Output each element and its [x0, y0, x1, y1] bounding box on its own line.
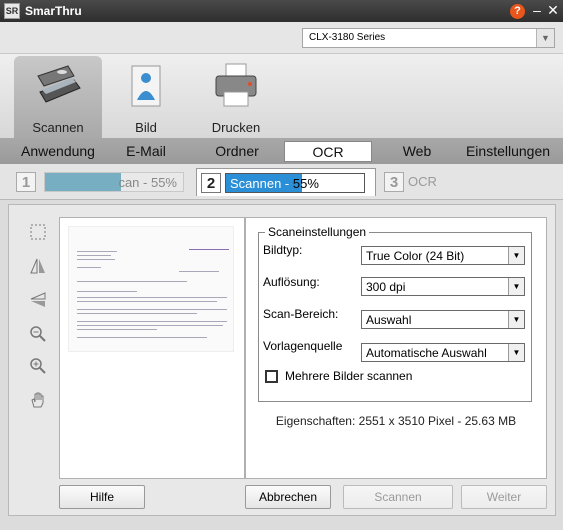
bildtyp-label: Bildtyp:	[263, 243, 303, 257]
app-logo-icon: SR	[4, 3, 20, 19]
chevron-down-icon[interactable]: ▼	[508, 247, 524, 264]
tab-anwendung[interactable]: Anwendung	[10, 141, 106, 162]
step-2-text: Scannen - 55%	[230, 176, 319, 191]
scan-settings-group: Scaneinstellungen Bildtyp: True Color (2…	[258, 225, 532, 402]
zoom-out-icon[interactable]	[29, 325, 47, 343]
step-3-label: OCR	[408, 174, 437, 189]
step-1-progress-bar: can - 55%	[44, 172, 184, 192]
mehrere-bilder-checkbox[interactable]	[265, 370, 278, 383]
function-tab-bar: Anwendung E-Mail Ordner OCR Web Einstell…	[0, 138, 563, 164]
main-content: Scaneinstellungen Bildtyp: True Color (2…	[8, 204, 556, 516]
chevron-down-icon[interactable]: ▼	[508, 311, 524, 328]
vorlagenquelle-label: Vorlagenquelle	[263, 339, 343, 353]
hilfe-button[interactable]: Hilfe	[59, 485, 145, 509]
chevron-down-icon[interactable]: ▼	[508, 278, 524, 295]
mode-scannen-label: Scannen	[32, 120, 84, 135]
flip-vertical-icon[interactable]	[29, 291, 47, 309]
scannen-button[interactable]: Scannen	[343, 485, 453, 509]
title-bar: SR SmarThru ? – ✕	[0, 0, 563, 22]
zoom-in-icon[interactable]	[29, 357, 47, 375]
vorlagenquelle-select[interactable]: Automatische Auswahl ▼	[361, 343, 525, 362]
mode-bild-label: Bild	[135, 120, 157, 135]
tab-email[interactable]: E-Mail	[118, 141, 174, 162]
window-title: SmarThru	[25, 4, 82, 18]
printer-icon	[215, 63, 257, 107]
flip-horizontal-icon[interactable]	[29, 257, 47, 275]
mode-drucken-label: Drucken	[211, 120, 261, 135]
step-3: 3 OCR	[382, 170, 462, 194]
tab-einstellungen[interactable]: Einstellungen	[462, 141, 554, 162]
device-bar: CLX-3180 Series ▼	[0, 22, 563, 54]
aufloesung-label: Auflösung:	[263, 275, 320, 289]
smarthru-window: SR SmarThru ? – ✕ CLX-3180 Series ▼ Scan…	[0, 0, 563, 530]
step-2-label: Scannen -	[230, 176, 290, 191]
scan-settings-title: Scaneinstellungen	[265, 225, 370, 239]
aufloesung-value: 300 dpi	[366, 280, 406, 294]
mode-scannen[interactable]: Scannen	[14, 56, 102, 138]
bildtyp-value: True Color (24 Bit)	[366, 249, 465, 263]
vorlagenquelle-value: Automatische Auswahl	[366, 346, 487, 360]
device-select[interactable]: CLX-3180 Series ▼	[302, 28, 555, 48]
chevron-down-icon[interactable]: ▼	[508, 344, 524, 361]
step-2-percent: 55%	[292, 176, 319, 191]
mode-bar: Scannen Bild Drucken	[0, 54, 563, 138]
chevron-down-icon[interactable]: ▼	[536, 29, 554, 47]
device-select-value: CLX-3180 Series	[309, 32, 386, 43]
abbrechen-button[interactable]: Abbrechen	[245, 485, 331, 509]
scanbereich-value: Auswahl	[366, 313, 412, 327]
aufloesung-select[interactable]: 300 dpi ▼	[361, 277, 525, 296]
tab-ordner[interactable]: Ordner	[206, 141, 268, 162]
mode-bild[interactable]: Bild	[102, 56, 190, 138]
preview-panel	[59, 217, 245, 479]
step-bar: 1 can - 55% 2 Scannen - 55% 3 OCR	[0, 164, 563, 200]
image-person-icon	[131, 65, 161, 107]
minimize-button[interactable]: –	[530, 2, 544, 18]
step-1-text: can - 55%	[118, 175, 177, 190]
step-2-progress-bar: Scannen - 55%	[225, 173, 365, 193]
hand-pan-icon[interactable]	[29, 391, 47, 409]
mehrere-bilder-label[interactable]: Mehrere Bilder scannen	[285, 369, 412, 383]
step-2-number: 2	[201, 173, 221, 193]
tab-web[interactable]: Web	[392, 141, 442, 162]
tab-ocr[interactable]: OCR	[284, 141, 372, 162]
scanbereich-select[interactable]: Auswahl ▼	[361, 310, 525, 329]
step-2: 2 Scannen - 55%	[196, 168, 376, 196]
scan-preview-thumbnail	[68, 226, 234, 352]
select-rect-icon[interactable]	[29, 223, 47, 241]
scan-properties: Eigenschaften: 2551 x 3510 Pixel - 25.63…	[275, 414, 517, 428]
mode-drucken[interactable]: Drucken	[192, 56, 280, 138]
bildtyp-select[interactable]: True Color (24 Bit) ▼	[361, 246, 525, 265]
settings-panel: Scaneinstellungen Bildtyp: True Color (2…	[245, 217, 547, 479]
help-button[interactable]: ?	[510, 4, 525, 19]
scanbereich-label: Scan-Bereich:	[263, 307, 339, 321]
scanner-icon	[37, 65, 81, 103]
step-3-number: 3	[384, 172, 404, 192]
close-button[interactable]: ✕	[546, 2, 560, 18]
weiter-button[interactable]: Weiter	[461, 485, 547, 509]
step-1: 1 can - 55%	[14, 170, 190, 194]
step-1-number: 1	[16, 172, 36, 192]
